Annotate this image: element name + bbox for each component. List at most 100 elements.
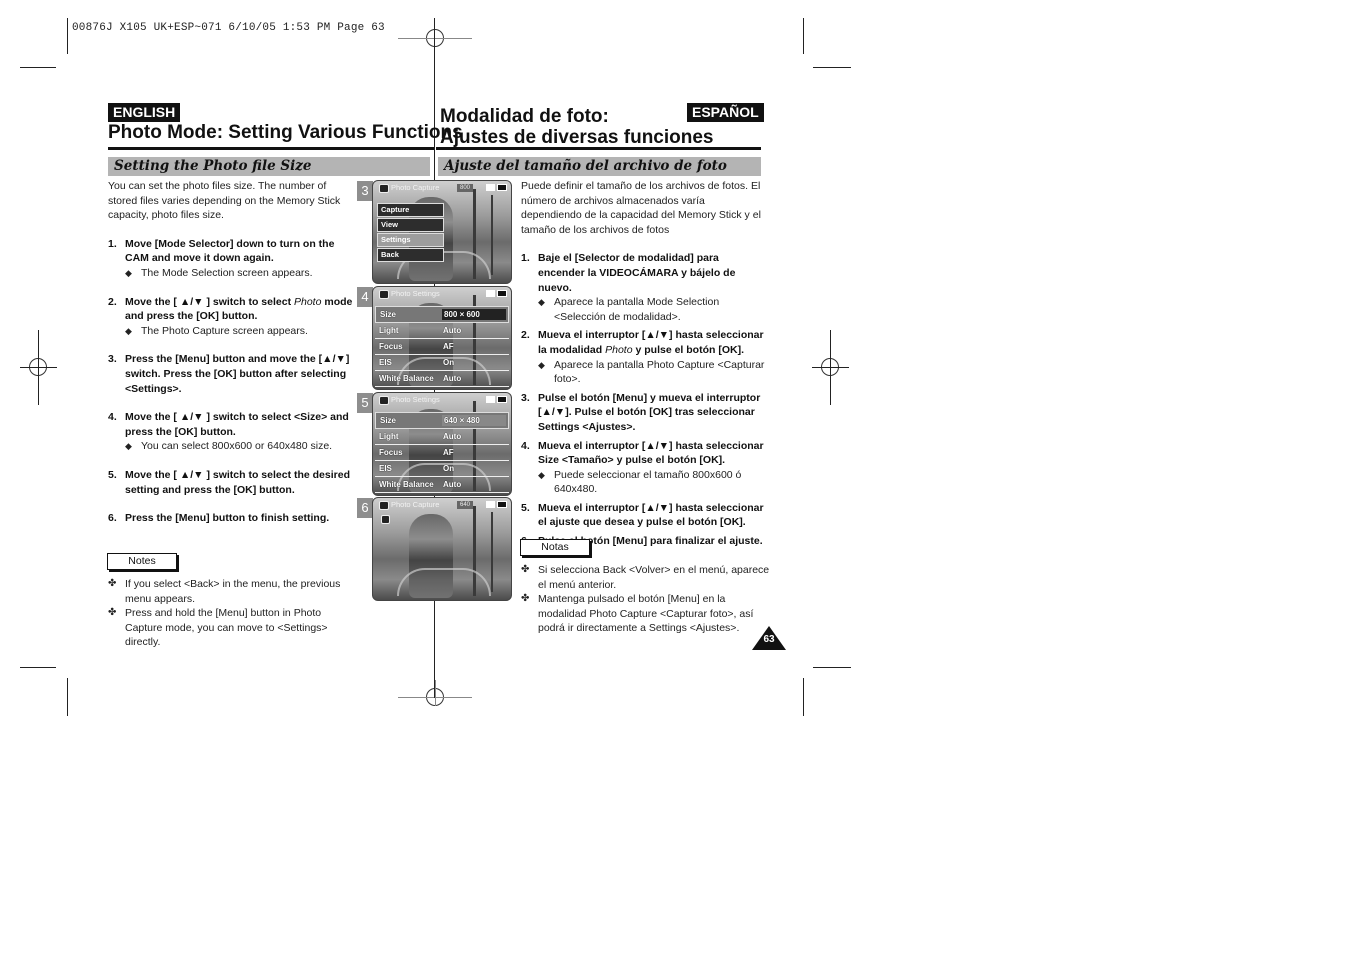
bullet-text: Puede seleccionar el tamaño 800x600 ó 64… [554, 468, 742, 496]
menu-item-capture[interactable]: Capture [377, 203, 444, 217]
crop-mark [67, 678, 68, 716]
step-text: Move [Mode Selector] down to turn on the… [125, 237, 335, 265]
diamond-bullet-icon: ◆ [125, 325, 132, 336]
crop-mark [813, 67, 851, 68]
crop-mark [67, 18, 68, 54]
page-title-english: Photo Mode: Setting Various Functions [108, 122, 463, 143]
setting-label: EIS [379, 358, 392, 367]
setting-row-size[interactable]: Size 640 × 480 [375, 412, 509, 429]
bullet-text: Aparece la pantalla Mode Selection <Sele… [554, 296, 720, 323]
spanish-body: Puede definir el tamaño de los archivos … [521, 179, 766, 549]
bullet-text: Aparece la pantalla Photo Capture <Captu… [554, 358, 765, 386]
setting-row-focus[interactable]: Focus AF [375, 445, 509, 461]
figure-number: 3 [357, 181, 373, 201]
crop-mark [803, 18, 804, 54]
cross-bullet-icon: ✤ [108, 578, 117, 589]
step-text: Move the [ ▲/▼ ] switch to select <Size>… [125, 411, 349, 438]
step-bullet: ◆ The Photo Capture screen appears. [108, 324, 358, 339]
step-text: Move the [ ▲/▼ ] switch to select [125, 295, 294, 308]
screen-header-text: Photo Capture [391, 183, 440, 192]
battery-icon [497, 396, 507, 403]
step-bullet: ◆ Aparece la pantalla Mode Selection <Sel… [521, 295, 766, 324]
step-number: 1. [108, 237, 117, 250]
memory-stick-icon [486, 396, 495, 403]
step-number: 3. [521, 391, 530, 404]
camera-screen-photo-settings-640: Photo Settings Size 640 × 480 Light Auto F… [372, 392, 512, 496]
step-3: 3. Press the [Menu] button and move the [… [108, 352, 358, 396]
setting-label: White Balance [379, 480, 434, 489]
bullet-text: The Mode Selection screen appears. [141, 266, 313, 279]
step-number: 2. [521, 329, 530, 342]
diamond-bullet-icon: ◆ [538, 359, 545, 370]
battery-icon [497, 184, 507, 191]
settings-list: Size 800 × 600 Light Auto Focus AF EIS On Wh… [375, 306, 509, 387]
setting-value: 800 × 600 [442, 309, 506, 320]
memory-stick-icon [486, 184, 495, 191]
registration-line [435, 680, 436, 706]
setting-row-light[interactable]: Light Auto [375, 323, 509, 339]
screen-header-text: Photo Settings [391, 289, 440, 298]
page-title-spanish-line1: Modalidad de foto: [440, 106, 609, 127]
title-rule [108, 147, 434, 150]
crop-mark [20, 67, 56, 68]
menu-item-view[interactable]: View [377, 218, 444, 232]
setting-value: On [443, 464, 455, 473]
setting-row-white-balance[interactable]: White Balance Auto [375, 371, 509, 387]
step-number: 2. [108, 295, 117, 308]
setting-value: AF [443, 342, 454, 351]
note-text: Press and hold the [Menu] button in Phot… [125, 607, 328, 649]
menu-item-back[interactable]: Back [377, 248, 444, 262]
setting-row-light[interactable]: Light Auto [375, 429, 509, 445]
step-number: 6. [108, 512, 117, 525]
step-text: y pulse el botón [OK]. [632, 343, 744, 356]
crop-mark [20, 667, 56, 668]
note-text: If you select <Back> in the menu, the pr… [125, 578, 341, 605]
cross-bullet-icon: ✤ [521, 593, 530, 605]
setting-row-size[interactable]: Size 800 × 600 [375, 306, 509, 323]
memory-stick-icon [486, 290, 495, 297]
step-text: Baje el [Selector de modalidad] para enc… [538, 252, 736, 294]
camera-screen-photo-capture-menu: Photo Capture 800 Capture View Settings … [372, 180, 512, 284]
step-4: 4. Move the [ ▲/▼ ] switch to select <Siz… [108, 410, 358, 439]
setting-value: Auto [443, 432, 462, 441]
step-number: 1. [521, 252, 530, 265]
setting-label: EIS [379, 464, 392, 473]
crop-mark [803, 678, 804, 716]
diamond-bullet-icon: ◆ [538, 297, 545, 308]
note-text: Si selecciona Back <Volver> en el menú, … [538, 564, 770, 591]
setting-label: White Balance [379, 374, 434, 383]
spanish-notes: ✤ Si selecciona Back <Volver> en el menú,… [521, 563, 771, 636]
bullet-text: You can select 800x600 or 640x480 size. [141, 440, 333, 453]
setting-row-eis[interactable]: EIS On [375, 355, 509, 371]
registration-line [20, 367, 57, 368]
camera-icon [379, 183, 389, 193]
setting-row-white-balance[interactable]: White Balance Auto [375, 477, 509, 493]
page-number: 63 [763, 634, 775, 645]
step-bullet: ◆ The Mode Selection screen appears. [108, 266, 358, 281]
note-text: Mantenga pulsado el botón [Menu] en la m… [538, 593, 754, 635]
step-6: 6. Press the [Menu] button to finish sett… [108, 511, 358, 526]
step-bullet: ◆ You can select 800x600 or 640x480 size. [108, 439, 358, 454]
step-emphasis: Photo [605, 343, 633, 356]
diamond-bullet-icon: ◆ [125, 267, 132, 278]
battery-icon [497, 290, 507, 297]
screen-header-text: Photo Capture [391, 500, 440, 509]
setting-value: Auto [443, 480, 462, 489]
stabilizer-icon [381, 515, 390, 524]
section-heading-spanish: Ajuste del tamaño del archivo de foto [438, 157, 761, 176]
step-3: 3. Pulse el botón [Menu] y mueva el inter… [521, 391, 766, 435]
note-item: ✤ Mantenga pulsado el botón [Menu] en la … [521, 592, 771, 636]
setting-row-focus[interactable]: Focus AF [375, 339, 509, 355]
camera-screen-photo-capture-640: Photo Capture 640 [372, 497, 512, 601]
diamond-bullet-icon: ◆ [538, 469, 545, 480]
intro-text: You can set the photo files size. The nu… [108, 180, 341, 222]
note-item: ✤ If you select <Back> in the menu, the p… [108, 577, 360, 606]
step-text: Press the [Menu] button and move the [▲/… [125, 353, 350, 395]
photo-menu: Capture View Settings Back [377, 203, 444, 263]
note-item: ✤ Si selecciona Back <Volver> en el menú,… [521, 563, 771, 592]
figure-number: 4 [357, 287, 373, 307]
step-2: 2. Move the [ ▲/▼ ] switch to select Phot… [108, 295, 358, 324]
menu-item-settings[interactable]: Settings [377, 233, 444, 247]
setting-row-eis[interactable]: EIS On [375, 461, 509, 477]
english-body: You can set the photo files size. The nu… [108, 179, 358, 526]
